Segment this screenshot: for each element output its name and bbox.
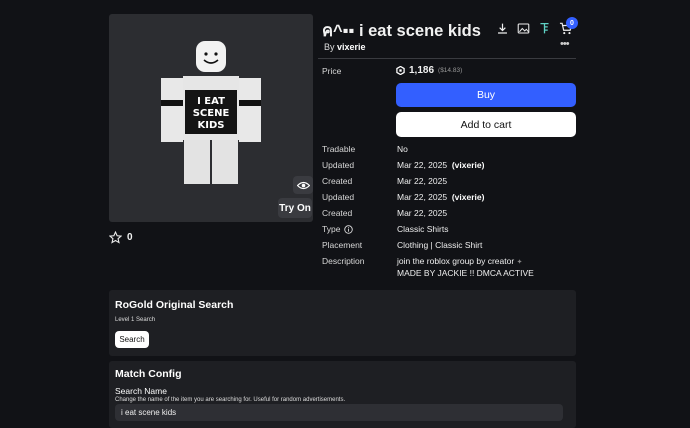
detail-value-created: Mar 22, 2025 [397, 176, 448, 186]
item-thumbnail: I EAT SCENE KIDS [109, 14, 313, 222]
detail-value-tradable: No [397, 144, 408, 154]
search-panel-title: RoGold Original Search [115, 299, 234, 311]
description-line-2: MADE BY JACKIE !! DMCA ACTIVE [397, 268, 534, 278]
detail-label-tradable: Tradable [322, 144, 356, 154]
search-button[interactable]: Search [115, 331, 149, 348]
search-level: Level 1 Search [115, 317, 156, 323]
detail-date: Mar 22, 2025 [397, 160, 448, 170]
search-name-input[interactable]: i eat scene kids [115, 404, 563, 421]
detail-label-updated-2: Updated [322, 192, 355, 202]
detail-user-link[interactable]: (vixerie) [452, 160, 485, 170]
add-to-cart-button[interactable]: Add to cart [396, 112, 576, 137]
detail-value-updated-2: Mar 22, 2025 (vixerie) [397, 192, 484, 202]
description-text: join the roblox group by creator ✦ MADE … [397, 256, 534, 279]
detail-date: Mar 22, 2025 [397, 192, 448, 202]
creator-byline: By vixerie [324, 42, 366, 52]
description-line-1: join the roblox group by creator ✦ [397, 256, 523, 266]
search-name-help: Change the name of the item you are sear… [115, 397, 346, 403]
detail-label-type: Type [322, 224, 354, 234]
shirt-text-1: I EAT [197, 96, 225, 107]
detail-value-created-2: Mar 22, 2025 [397, 208, 448, 218]
detail-label-placement: Placement [322, 240, 363, 250]
detail-label-created-2: Created [322, 208, 353, 218]
search-name-label: Search Name [115, 386, 167, 396]
match-panel-title: Match Config [115, 368, 182, 380]
price-amount: 1,186 [409, 65, 435, 76]
shirt-text-3: KIDS [198, 120, 225, 131]
detail-value-updated: Mar 22, 2025 (vixerie) [397, 160, 484, 170]
info-icon[interactable] [344, 224, 354, 234]
description-label: Description [322, 256, 365, 266]
price-value: 1,186 ($14.83) [396, 65, 462, 76]
match-config-panel: Match Config Search Name Change the name… [109, 361, 576, 428]
by-prefix: By [324, 42, 335, 52]
detail-value-placement: Clothing | Classic Shirt [397, 240, 483, 250]
more-icon[interactable]: ••• [560, 38, 570, 50]
favorite-count: 0 [127, 232, 133, 243]
cart-count-badge: 0 [566, 17, 578, 29]
download-icon[interactable] [496, 22, 509, 35]
detail-label-created: Created [322, 176, 353, 186]
tree-icon[interactable] [538, 22, 551, 35]
type-label-text: Type [322, 224, 341, 234]
rogold-search-panel: RoGold Original Search Level 1 Search Se… [109, 290, 576, 356]
eye-icon [296, 181, 310, 190]
detail-value-type[interactable]: Classic Shirts [397, 224, 448, 234]
preview-toggle-button[interactable] [293, 176, 313, 194]
sparkle-icon: ✦ [516, 259, 523, 266]
divider [318, 58, 576, 59]
avatar-render: I EAT SCENE KIDS [161, 41, 261, 184]
star-icon[interactable] [109, 231, 122, 244]
buy-button[interactable]: Buy [396, 83, 576, 107]
price-usd: ($14.83) [438, 67, 463, 74]
item-title: ค^▪︎▪︎ i eat scene kids [322, 22, 481, 40]
price-label: Price [322, 66, 342, 76]
try-on-button[interactable]: Try On [278, 198, 312, 218]
header-icons [496, 22, 573, 35]
shirt-text-2: SCENE [193, 108, 230, 119]
detail-label-updated: Updated [322, 160, 355, 170]
detail-user-link[interactable]: (vixerie) [452, 192, 485, 202]
robux-icon [396, 66, 405, 75]
creator-link[interactable]: vixerie [337, 42, 366, 52]
favorite-control[interactable]: 0 [109, 231, 133, 244]
image-icon[interactable] [517, 22, 530, 35]
